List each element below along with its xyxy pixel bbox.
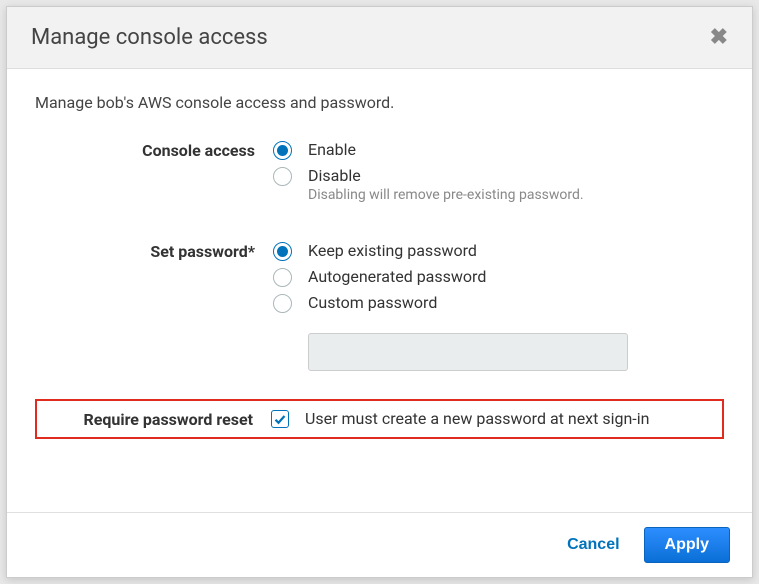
require-reset-row: Require password reset User must create … xyxy=(49,409,710,429)
modal-subtitle: Manage bob's AWS console access and pass… xyxy=(35,93,724,112)
console-access-disable-hint: Disabling will remove pre-existing passw… xyxy=(308,187,584,203)
require-reset-label: Require password reset xyxy=(49,409,253,429)
require-reset-checkbox[interactable] xyxy=(271,410,289,428)
set-password-auto-label: Autogenerated password xyxy=(308,267,486,286)
console-access-enable-radio[interactable] xyxy=(273,141,292,160)
custom-password-input[interactable] xyxy=(308,333,628,371)
check-icon xyxy=(274,413,286,425)
modal-footer: Cancel Apply xyxy=(7,512,752,577)
set-password-custom-row: Custom password xyxy=(273,293,724,313)
close-icon[interactable]: ✖ xyxy=(710,25,728,50)
set-password-custom-radio[interactable] xyxy=(273,294,292,313)
console-access-disable-row: Disable Disabling will remove pre-existi… xyxy=(273,166,724,203)
console-access-disable-radio[interactable] xyxy=(273,167,292,186)
set-password-row: Set password* Keep existing password Aut… xyxy=(35,241,724,371)
console-access-options: Enable Disable Disabling will remove pre… xyxy=(255,140,724,209)
set-password-label: Set password* xyxy=(35,241,255,261)
modal-body: Manage bob's AWS console access and pass… xyxy=(7,69,752,512)
modal-header: Manage console access ✖ xyxy=(7,7,752,69)
set-password-auto-row: Autogenerated password xyxy=(273,267,724,287)
console-access-enable-row: Enable xyxy=(273,140,724,160)
set-password-auto-radio[interactable] xyxy=(273,268,292,287)
manage-console-access-modal: Manage console access ✖ Manage bob's AWS… xyxy=(6,6,753,578)
set-password-keep-label: Keep existing password xyxy=(308,241,477,260)
set-password-keep-radio[interactable] xyxy=(273,242,292,261)
console-access-enable-label: Enable xyxy=(308,140,356,159)
cancel-button[interactable]: Cancel xyxy=(563,528,623,562)
console-access-disable-label: Disable xyxy=(308,166,584,185)
apply-button[interactable]: Apply xyxy=(644,527,730,563)
set-password-options: Keep existing password Autogenerated pas… xyxy=(255,241,724,371)
console-access-row: Console access Enable Disable Disabling … xyxy=(35,140,724,209)
console-access-label: Console access xyxy=(35,140,255,160)
require-reset-highlight: Require password reset User must create … xyxy=(35,399,724,439)
modal-title: Manage console access xyxy=(31,25,268,50)
set-password-custom-label: Custom password xyxy=(308,293,437,312)
require-reset-text: User must create a new password at next … xyxy=(305,409,649,428)
set-password-keep-row: Keep existing password xyxy=(273,241,724,261)
